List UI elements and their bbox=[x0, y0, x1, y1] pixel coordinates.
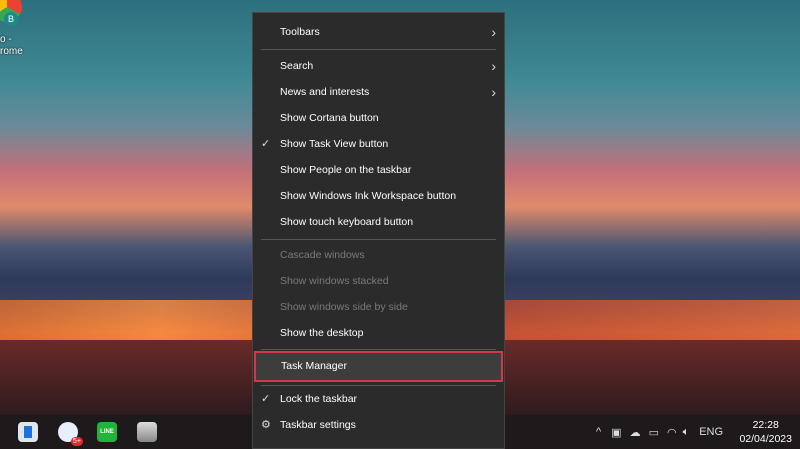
chevron-right-icon: › bbox=[491, 58, 496, 74]
label: Show Task View button bbox=[280, 138, 389, 150]
menu-item-toolbars[interactable]: Toolbars › bbox=[253, 19, 504, 45]
desktop-icon-label: o - rome bbox=[0, 34, 23, 57]
menu-item-task-manager[interactable]: Task Manager bbox=[254, 351, 503, 382]
menu-item-show-desktop[interactable]: Show the desktop bbox=[253, 320, 504, 346]
line-label: LINE bbox=[100, 429, 114, 435]
chevron-right-icon: › bbox=[491, 24, 496, 40]
label: Search bbox=[280, 60, 314, 72]
clock[interactable]: 22:28 02/04/2023 bbox=[739, 418, 792, 446]
checkmark-icon: ✓ bbox=[261, 393, 271, 405]
menu-item-stacked: Show windows stacked bbox=[280, 275, 389, 287]
app-icon-drive[interactable] bbox=[137, 422, 157, 442]
gear-icon: ⚙ bbox=[261, 419, 271, 431]
desktop-icon-chrome[interactable]: B o - rome bbox=[0, 0, 30, 60]
divider bbox=[261, 239, 496, 240]
language-indicator[interactable]: ENG bbox=[699, 426, 723, 438]
line-icon[interactable]: LINE bbox=[97, 422, 117, 442]
system-tray: ^ ▣ ☁ ▭ ◠ 🔈︎ ENG bbox=[596, 415, 723, 449]
wifi-icon[interactable]: ◠ bbox=[667, 426, 677, 439]
time: 22:28 bbox=[752, 419, 779, 431]
menu-item-taskbar-settings[interactable]: ⚙ Taskbar settings bbox=[253, 412, 504, 438]
meet-now-icon[interactable]: ▣ bbox=[611, 426, 621, 439]
divider bbox=[261, 349, 496, 350]
date: 02/04/2023 bbox=[739, 433, 792, 445]
label: Toolbars bbox=[280, 26, 320, 38]
battery-icon[interactable]: ▭ bbox=[649, 426, 659, 439]
menu-item-search[interactable]: Search › bbox=[253, 53, 504, 79]
chevron-right-icon: › bbox=[491, 84, 496, 100]
menu-item-cortana[interactable]: Show Cortana button bbox=[253, 105, 504, 131]
label: Taskbar settings bbox=[280, 419, 356, 431]
show-hidden-icons-chevron-icon[interactable]: ^ bbox=[596, 426, 601, 438]
menu-item-task-view[interactable]: ✓ Show Task View button bbox=[253, 131, 504, 157]
menu-item-people[interactable]: Show People on the taskbar bbox=[253, 157, 504, 183]
onedrive-cloud-icon[interactable]: ☁ bbox=[630, 426, 641, 439]
taskbar-context-menu: Toolbars › Search › News and interests › Sh… bbox=[252, 12, 505, 449]
zalo-icon[interactable]: 5+ bbox=[58, 422, 83, 446]
menu-item-lock-taskbar[interactable]: ✓ Lock the taskbar bbox=[253, 386, 504, 412]
checkmark-icon: ✓ bbox=[261, 138, 271, 150]
label: Lock the taskbar bbox=[280, 393, 358, 405]
notification-badge: 5+ bbox=[71, 437, 83, 446]
divider bbox=[261, 49, 496, 50]
app-icon-window[interactable] bbox=[18, 422, 38, 442]
menu-item-cascade: Cascade windows bbox=[280, 249, 365, 261]
profile-badge: B bbox=[4, 12, 18, 26]
menu-item-news[interactable]: News and interests › bbox=[253, 79, 504, 105]
menu-item-side-by-side: Show windows side by side bbox=[280, 301, 408, 313]
menu-item-touch-keyboard[interactable]: Show touch keyboard button bbox=[253, 209, 504, 235]
label: News and interests bbox=[280, 86, 370, 98]
volume-icon[interactable]: 🔈︎ bbox=[683, 426, 690, 439]
menu-item-ink-workspace[interactable]: Show Windows Ink Workspace button bbox=[253, 183, 504, 209]
